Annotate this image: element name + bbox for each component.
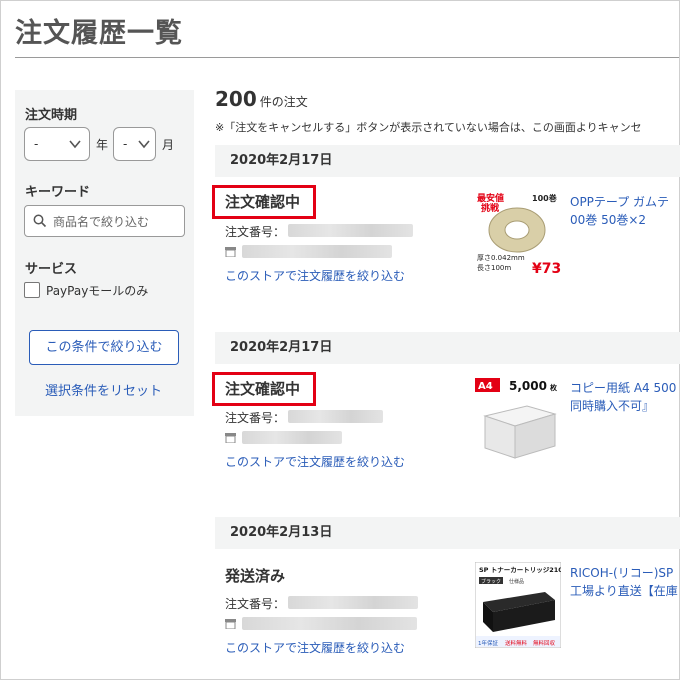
product-name-line1[interactable]: RICOH-(リコー)SP	[570, 564, 678, 582]
filter-sidebar: 注文時期 - 年 - 月 キーワード サービス PayPayモールのみ この条件…	[15, 90, 194, 416]
product-thumbnail-toner[interactable]: SP トナーカートリッジ2100H ブラック 仕様品 1年保証 送料無料 無料回…	[475, 562, 561, 648]
product-name-line1[interactable]: OPPテープ ガムテ	[570, 193, 669, 211]
order-date-header: 2020年2月17日	[215, 145, 680, 177]
order-number-label: 注文番号：	[225, 225, 286, 239]
product-thumbnail-copy-paper[interactable]: A4 5,000 枚	[475, 376, 561, 462]
order-number-redacted	[288, 224, 413, 237]
month-unit: 月	[162, 138, 175, 152]
thumb-tag-2: 仕様品	[509, 578, 524, 585]
product-name-link[interactable]: RICOH-(リコー)SP 工場より直送【在庫	[570, 564, 678, 600]
paypay-checkbox-label[interactable]: PayPayモールのみ	[46, 282, 148, 299]
year-select-value: -	[34, 137, 39, 151]
chevron-down-icon	[138, 140, 150, 149]
service-label: サービス	[25, 262, 78, 277]
thumb-count-unit: 枚	[550, 383, 558, 392]
store-filter-link[interactable]: このストアで注文履歴を絞り込む	[225, 453, 405, 470]
thumb-count: 5,000	[509, 379, 547, 393]
order-period-label: 注文時期	[25, 108, 78, 123]
search-icon	[33, 214, 47, 228]
store-icon	[225, 619, 236, 629]
store-icon	[225, 433, 236, 443]
product-name-link[interactable]: コピー用紙 A4 500 同時購入不可』	[570, 379, 676, 415]
cancel-notice: ※「注文をキャンセルする」ボタンが表示されていない場合は、この画面よりキャンセ	[215, 121, 642, 134]
keyword-label: キーワード	[25, 185, 91, 200]
thumb-spec-line2: 長さ100m	[477, 264, 511, 272]
keyword-search-box[interactable]	[24, 205, 185, 237]
order-number-redacted	[288, 410, 383, 423]
thumb-price: ¥73	[532, 261, 561, 276]
order-status: 発送済み	[225, 567, 286, 585]
thumb-tag-5: 無料回収	[533, 639, 556, 647]
product-name-link[interactable]: OPPテープ ガムテ 00巻 50巻×2	[570, 193, 669, 229]
year-unit: 年	[96, 138, 109, 152]
month-select-value: -	[123, 137, 128, 151]
thumb-tag-1: ブラック	[481, 578, 501, 585]
product-name-line1[interactable]: コピー用紙 A4 500	[570, 379, 676, 397]
thumb-header: SP トナーカートリッジ2100H	[479, 566, 561, 574]
order-count-number: 200	[215, 87, 257, 111]
store-name-redacted	[242, 245, 392, 258]
order-number-redacted	[288, 596, 418, 609]
apply-filter-button[interactable]: この条件で絞り込む	[29, 330, 179, 365]
thumb-badge-bottom: 挑戦	[481, 202, 500, 214]
thumb-count: 100巻	[532, 193, 557, 203]
order-date-header: 2020年2月17日	[215, 332, 680, 364]
thumb-tag-3: 1年保証	[478, 639, 498, 647]
product-name-line2[interactable]: 同時購入不可』	[570, 397, 676, 415]
reset-filter-link[interactable]: 選択条件をリセット	[45, 380, 162, 399]
order-count: 200 件の注文	[215, 87, 308, 111]
chevron-down-icon	[69, 140, 81, 149]
store-filter-link[interactable]: このストアで注文履歴を絞り込む	[225, 639, 405, 656]
store-icon	[225, 247, 236, 257]
store-name-redacted	[242, 431, 342, 444]
title-divider	[15, 57, 679, 58]
store-filter-link[interactable]: このストアで注文履歴を絞り込む	[225, 267, 405, 284]
store-name-redacted	[242, 617, 417, 630]
order-date-header: 2020年2月13日	[215, 517, 680, 549]
year-select[interactable]: -	[24, 127, 90, 161]
thumb-badge-top: 最安値	[477, 192, 504, 204]
order-status: 注文確認中	[225, 380, 301, 398]
product-name-line2[interactable]: 工場より直送【在庫	[570, 582, 678, 600]
thumb-tag-4: 送料無料	[505, 639, 528, 647]
product-thumbnail-tape[interactable]: 最安値 挑戦 100巻 厚さ0.042mm 長さ100m ¥73	[475, 190, 561, 276]
product-name-line2[interactable]: 00巻 50巻×2	[570, 211, 669, 229]
order-number-label: 注文番号：	[225, 411, 286, 425]
order-number-label: 注文番号：	[225, 597, 286, 611]
order-count-suffix: 件の注文	[259, 95, 308, 109]
month-select[interactable]: -	[113, 127, 156, 161]
thumb-spec-line1: 厚さ0.042mm	[477, 254, 525, 262]
paypay-checkbox[interactable]	[24, 282, 40, 298]
keyword-input[interactable]	[51, 209, 180, 235]
order-status: 注文確認中	[225, 193, 301, 211]
page-title: 注文履歴一覧	[15, 18, 183, 49]
thumb-badge: A4	[478, 381, 493, 392]
